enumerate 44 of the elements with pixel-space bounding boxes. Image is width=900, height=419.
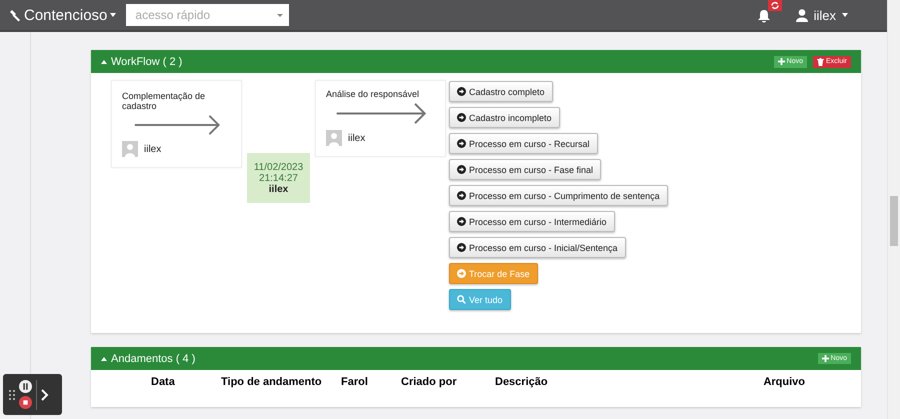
arrow-circle-icon bbox=[457, 269, 466, 278]
option-button[interactable]: Processo em curso - Fase final bbox=[449, 159, 602, 180]
arrow-circle-icon bbox=[457, 243, 466, 252]
column-header: Farol bbox=[341, 376, 369, 390]
stage-user: iilex bbox=[144, 144, 162, 154]
trash-icon bbox=[816, 58, 824, 66]
gavel-icon bbox=[8, 8, 21, 22]
panel-title[interactable]: Andamentos ( 4 ) bbox=[111, 352, 196, 364]
user-menu[interactable]: iilex bbox=[796, 8, 848, 22]
plus-icon bbox=[778, 58, 785, 65]
arrow-circle-icon bbox=[457, 217, 466, 226]
column-header: Descrição bbox=[495, 376, 549, 390]
option-button[interactable]: Processo em curso - Inicial/Sentença bbox=[449, 237, 626, 258]
avatar-icon bbox=[326, 130, 342, 146]
plus-icon bbox=[822, 355, 829, 362]
arrow-circle-icon bbox=[457, 87, 466, 96]
bell-icon[interactable] bbox=[758, 10, 770, 23]
avatar-icon bbox=[122, 141, 138, 157]
pause-icon[interactable] bbox=[19, 380, 32, 393]
stage-title: Análise do responsável bbox=[326, 89, 420, 101]
stage-title: Complementação de cadastro bbox=[122, 91, 206, 113]
user-icon bbox=[796, 8, 808, 22]
stop-icon[interactable] bbox=[19, 396, 32, 409]
chevron-right-icon[interactable] bbox=[41, 388, 49, 400]
option-button[interactable]: Processo em curso - Recursal bbox=[449, 133, 598, 154]
column-header: Data bbox=[151, 376, 176, 390]
search-icon bbox=[457, 295, 466, 304]
arrow-circle-icon bbox=[457, 113, 466, 122]
panel-title[interactable]: WorkFlow ( 2 ) bbox=[111, 56, 182, 68]
column-header: Arquivo bbox=[762, 376, 805, 390]
arrow-circle-icon bbox=[457, 139, 466, 148]
arrow-circle-icon bbox=[457, 165, 466, 174]
drag-handle-icon[interactable] bbox=[9, 390, 15, 400]
option-button[interactable]: Processo em curso - Intermediário bbox=[449, 211, 615, 232]
option-button[interactable]: Cadastro completo bbox=[449, 81, 553, 102]
transition-box: 11/02/2023 21:14:27 iilex bbox=[247, 153, 310, 203]
module-menu[interactable]: Contencioso bbox=[8, 6, 116, 24]
column-header: Criado por bbox=[401, 376, 458, 390]
option-button[interactable]: Processo em curso - Cumprimento de sentença bbox=[449, 185, 668, 206]
stage-user: iilex bbox=[348, 132, 366, 144]
arrow-circle-icon bbox=[457, 191, 466, 200]
column-header: Tipo de andamento bbox=[221, 376, 323, 390]
quick-access-dropdown[interactable]: acesso rápido bbox=[126, 4, 290, 26]
option-button[interactable]: Cadastro incompleto bbox=[449, 107, 560, 128]
